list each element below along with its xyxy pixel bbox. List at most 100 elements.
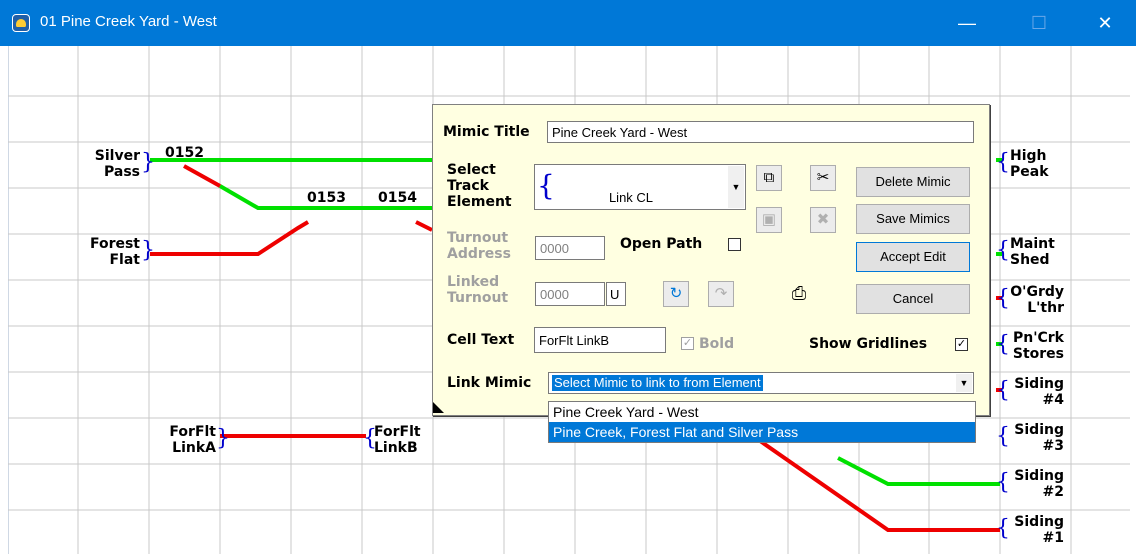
linked-turnout-input[interactable]: 0000 <box>535 282 605 306</box>
open-path-checkbox[interactable] <box>728 238 741 251</box>
copy-icon: ⧉ <box>763 169 775 186</box>
label-line: Track <box>447 178 489 194</box>
open-path-label: Open Path <box>620 236 703 252</box>
mimic-title-label: Mimic Title <box>443 124 530 140</box>
turnout-0154-label[interactable]: 0154 <box>378 190 417 206</box>
cell-text-line: High <box>1010 148 1047 164</box>
link-brace-icon: } <box>216 426 230 451</box>
paste-button[interactable]: ▣ <box>756 207 782 233</box>
mimic-title-input[interactable]: Pine Creek Yard - West <box>547 121 974 143</box>
link-mimic-selected: Select Mimic to link to from Element <box>552 375 763 391</box>
chevron-down-icon[interactable]: ▼ <box>728 166 744 208</box>
select-track-label: Select Track Element <box>447 162 512 210</box>
cell-text-line: #4 <box>1042 392 1064 408</box>
cell-ogrdy-lthr[interactable]: O'Grdy L'thr <box>1004 284 1064 316</box>
cell-forflt-linka[interactable]: ForFlt LinkA <box>150 424 216 456</box>
label-line: Select <box>447 162 496 178</box>
cell-text-line: Shed <box>1010 252 1050 268</box>
cell-text-line: Pn'Crk <box>1012 330 1064 346</box>
cell-text-line: L'thr <box>1027 300 1064 316</box>
turnout-address-input[interactable]: 0000 <box>535 236 605 260</box>
maximize-button[interactable]: ☐ <box>1016 0 1062 46</box>
title-bar: 01 Pine Creek Yard - West — ☐ ✕ <box>0 0 1136 46</box>
cell-forest-flat[interactable]: Forest Flat <box>84 236 140 268</box>
track-element-value: Link CL <box>608 190 654 205</box>
cell-text-line: Siding <box>1014 376 1064 392</box>
red-track-segment <box>415 220 433 232</box>
cell-high-peak[interactable]: High Peak <box>1010 148 1049 180</box>
printer-icon: ⎙ <box>791 283 807 303</box>
copy-button[interactable]: ⧉ <box>756 165 782 191</box>
cell-siding-3[interactable]: Siding #3 <box>1004 422 1064 454</box>
redo-button[interactable]: ↷ <box>708 281 734 307</box>
cell-siding-2[interactable]: Siding #2 <box>1004 468 1064 500</box>
close-button[interactable]: ✕ <box>1082 0 1128 46</box>
cell-silver-pass[interactable]: Silver Pass <box>84 148 140 180</box>
label-line: Address <box>447 246 511 262</box>
delete-element-button[interactable]: ✖ <box>810 207 836 233</box>
green-track-segment <box>837 456 1000 486</box>
cell-text-line: Forest <box>89 236 140 252</box>
delete-mimic-button[interactable]: Delete Mimic <box>856 167 970 197</box>
cell-text-line: LinkA <box>172 440 216 456</box>
turnout-0153-label[interactable]: 0153 <box>307 190 346 206</box>
save-mimics-button[interactable]: Save Mimics <box>856 204 970 234</box>
cell-text-line: Siding <box>1014 468 1064 484</box>
window-title: 01 Pine Creek Yard - West <box>40 13 217 30</box>
label-line: Linked <box>447 274 500 290</box>
show-gridlines-label: Show Gridlines <box>809 336 928 352</box>
print-button[interactable]: ⎙ <box>786 280 812 306</box>
cell-text-line: Flat <box>109 252 140 268</box>
paste-icon: ▣ <box>761 211 777 228</box>
cell-text-line: Siding <box>1014 422 1064 438</box>
resize-grip-icon[interactable] <box>433 402 444 413</box>
cancel-button[interactable]: Cancel <box>856 284 970 314</box>
dropdown-option-highlighted[interactable]: Pine Creek, Forest Flat and Silver Pass <box>549 422 975 442</box>
linked-turnout-label: Linked Turnout <box>447 274 508 306</box>
cell-text-line: Siding <box>1014 514 1064 530</box>
cell-text-line: ForFlt <box>374 424 421 440</box>
bold-checkbox[interactable]: ✓ <box>681 337 694 350</box>
show-gridlines-checkbox[interactable]: ✓ <box>955 338 968 351</box>
cell-text-line: ForFlt <box>169 424 216 440</box>
rotate-button[interactable]: ↻ <box>663 281 689 307</box>
cell-text-line: Peak <box>1010 164 1049 180</box>
cell-text-line: Stores <box>1012 346 1064 362</box>
cell-text-line: Maint <box>1010 236 1055 252</box>
turnout-0152-label[interactable]: 0152 <box>165 145 204 161</box>
link-brace-icon: } <box>141 150 155 175</box>
label-line: Turnout <box>447 230 509 246</box>
cell-maint-shed[interactable]: Maint Shed <box>1010 236 1055 268</box>
dropdown-option[interactable]: Pine Creek Yard - West <box>549 402 975 422</box>
link-mimic-dropdown: Pine Creek Yard - West Pine Creek, Fores… <box>548 401 976 443</box>
cut-button[interactable]: ✂ <box>810 165 836 191</box>
link-mimic-label: Link Mimic <box>447 375 532 391</box>
cell-siding-1[interactable]: Siding #1 <box>1004 514 1064 546</box>
cell-text-line: Pass <box>104 164 140 180</box>
cell-text-line: #1 <box>1042 530 1064 546</box>
bold-label: Bold <box>699 336 735 352</box>
rotate-icon: ↻ <box>669 285 683 302</box>
label-line: Element <box>447 194 512 210</box>
cell-text-input[interactable]: ForFlt LinkB <box>534 327 666 353</box>
cell-text-line: Silver <box>94 148 140 164</box>
link-mimic-select[interactable]: Select Mimic to link to from Element ▼ <box>548 372 974 394</box>
cell-forflt-linkb[interactable]: ForFlt LinkB <box>374 424 421 456</box>
cell-text-line: #3 <box>1042 438 1064 454</box>
redo-icon: ↷ <box>714 285 728 302</box>
delete-element-icon: ✖ <box>816 211 830 228</box>
link-brace-icon: { <box>996 150 1010 175</box>
track-element-select[interactable]: { Link CL ▼ <box>534 164 746 210</box>
label-line: Turnout <box>447 290 509 306</box>
link-brace-icon: } <box>141 238 155 263</box>
accept-edit-button[interactable]: Accept Edit <box>856 242 970 272</box>
cut-icon: ✂ <box>816 169 830 186</box>
cell-siding-4[interactable]: Siding #4 <box>1004 376 1064 408</box>
linked-turnout-suffix[interactable]: U <box>606 282 626 306</box>
cell-pncrk-stores[interactable]: Pn'Crk Stores <box>1004 330 1064 362</box>
cell-text-line: O'Grdy <box>1010 284 1064 300</box>
chevron-down-icon[interactable]: ▼ <box>956 374 972 392</box>
red-track-segment <box>183 164 221 188</box>
red-track-segment <box>150 220 310 256</box>
minimize-button[interactable]: — <box>944 0 990 46</box>
